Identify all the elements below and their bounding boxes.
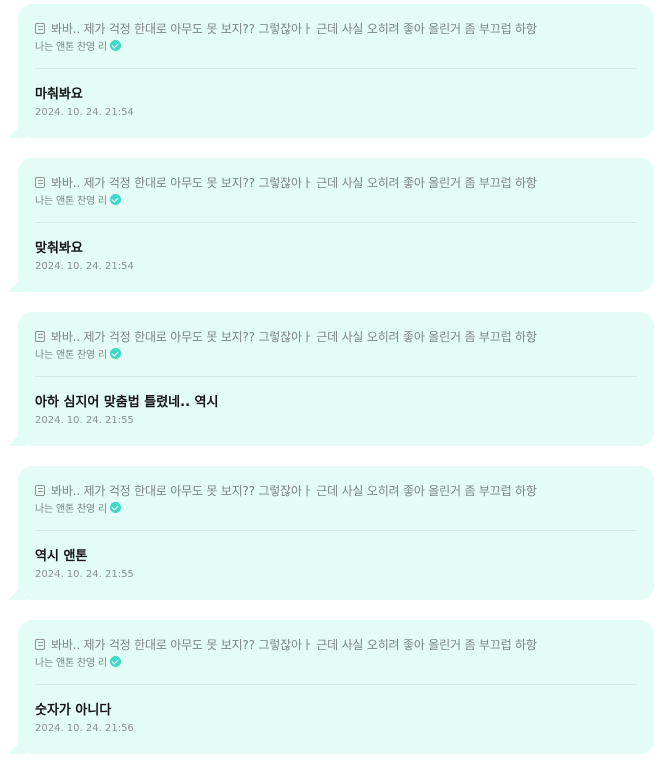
quoted-message[interactable]: 봐바.. 제가 걱정 한대로 아무도 못 보지?? 그렇잖아ㅏ 근데 사실 오히… [35,481,638,515]
document-icon [35,330,45,342]
divider [35,222,637,223]
document-icon [35,22,45,34]
quoted-text: 봐바.. 제가 걱정 한대로 아무도 못 보지?? 그렇잖아ㅏ 근데 사실 오히… [51,175,537,190]
reply-message: 숫자가 아니다 [35,703,112,718]
reply-bubble[interactable]: 봐바.. 제가 걱정 한대로 아무도 못 보지?? 그렇잖아ㅏ 근데 사실 오히… [8,158,654,292]
reply-bubble[interactable]: 봐바.. 제가 걱정 한대로 아무도 못 보지?? 그렇잖아ㅏ 근데 사실 오히… [8,4,654,138]
verified-check-icon [109,656,121,667]
bubble-tail [8,274,26,292]
reply-message: 역시 앤톤 [35,549,88,564]
divider [35,684,637,685]
bubble-tail [8,120,26,138]
reply-timestamp: 2024. 10. 24. 21:55 [35,415,134,426]
quoted-author: 나는 앤톤 찬영 리 [35,42,107,53]
reply-bubble[interactable]: 봐바.. 제가 걱정 한대로 아무도 못 보지?? 그렇잖아ㅏ 근데 사실 오히… [8,312,654,446]
quoted-message[interactable]: 봐바.. 제가 걱정 한대로 아무도 못 보지?? 그렇잖아ㅏ 근데 사실 오히… [35,19,638,53]
reply-message: 마춰봐요 [35,87,83,102]
quoted-message[interactable]: 봐바.. 제가 걱정 한대로 아무도 못 보지?? 그렇잖아ㅏ 근데 사실 오히… [35,327,638,361]
reply-timestamp: 2024. 10. 24. 21:54 [35,261,134,272]
reply-timestamp: 2024. 10. 24. 21:55 [35,569,134,580]
divider [35,530,637,531]
quoted-author: 나는 앤톤 찬영 리 [35,504,107,515]
verified-check-icon [109,194,121,205]
reply-feed: 봐바.. 제가 걱정 한대로 아무도 못 보지?? 그렇잖아ㅏ 근데 사실 오히… [0,0,665,760]
bubble-tail [8,736,26,754]
reply-message: 아하 심지어 맞춤법 틀렸네.. 역시 [35,395,219,410]
divider [35,68,637,69]
reply-bubble[interactable]: 봐바.. 제가 걱정 한대로 아무도 못 보지?? 그렇잖아ㅏ 근데 사실 오히… [8,620,654,754]
quoted-text: 봐바.. 제가 걱정 한대로 아무도 못 보지?? 그렇잖아ㅏ 근데 사실 오히… [51,329,537,344]
quoted-text: 봐바.. 제가 걱정 한대로 아무도 못 보지?? 그렇잖아ㅏ 근데 사실 오히… [51,483,537,498]
quoted-message[interactable]: 봐바.. 제가 걱정 한대로 아무도 못 보지?? 그렇잖아ㅏ 근데 사실 오히… [35,635,638,669]
document-icon [35,484,45,496]
reply-timestamp: 2024. 10. 24. 21:54 [35,107,134,118]
quoted-message[interactable]: 봐바.. 제가 걱정 한대로 아무도 못 보지?? 그렇잖아ㅏ 근데 사실 오히… [35,173,638,207]
reply-bubble[interactable]: 봐바.. 제가 걱정 한대로 아무도 못 보지?? 그렇잖아ㅏ 근데 사실 오히… [8,466,654,600]
reply-timestamp: 2024. 10. 24. 21:56 [35,723,134,734]
verified-check-icon [109,502,121,513]
quoted-author: 나는 앤톤 찬영 리 [35,196,107,207]
verified-check-icon [109,40,121,51]
quoted-author: 나는 앤톤 찬영 리 [35,658,107,669]
quoted-text: 봐바.. 제가 걱정 한대로 아무도 못 보지?? 그렇잖아ㅏ 근데 사실 오히… [51,21,537,36]
bubble-tail [8,428,26,446]
divider [35,376,637,377]
verified-check-icon [109,348,121,359]
quoted-author: 나는 앤톤 찬영 리 [35,350,107,361]
document-icon [35,176,45,188]
bubble-tail [8,582,26,600]
document-icon [35,638,45,650]
reply-message: 맞춰봐요 [35,241,83,256]
quoted-text: 봐바.. 제가 걱정 한대로 아무도 못 보지?? 그렇잖아ㅏ 근데 사실 오히… [51,637,537,652]
